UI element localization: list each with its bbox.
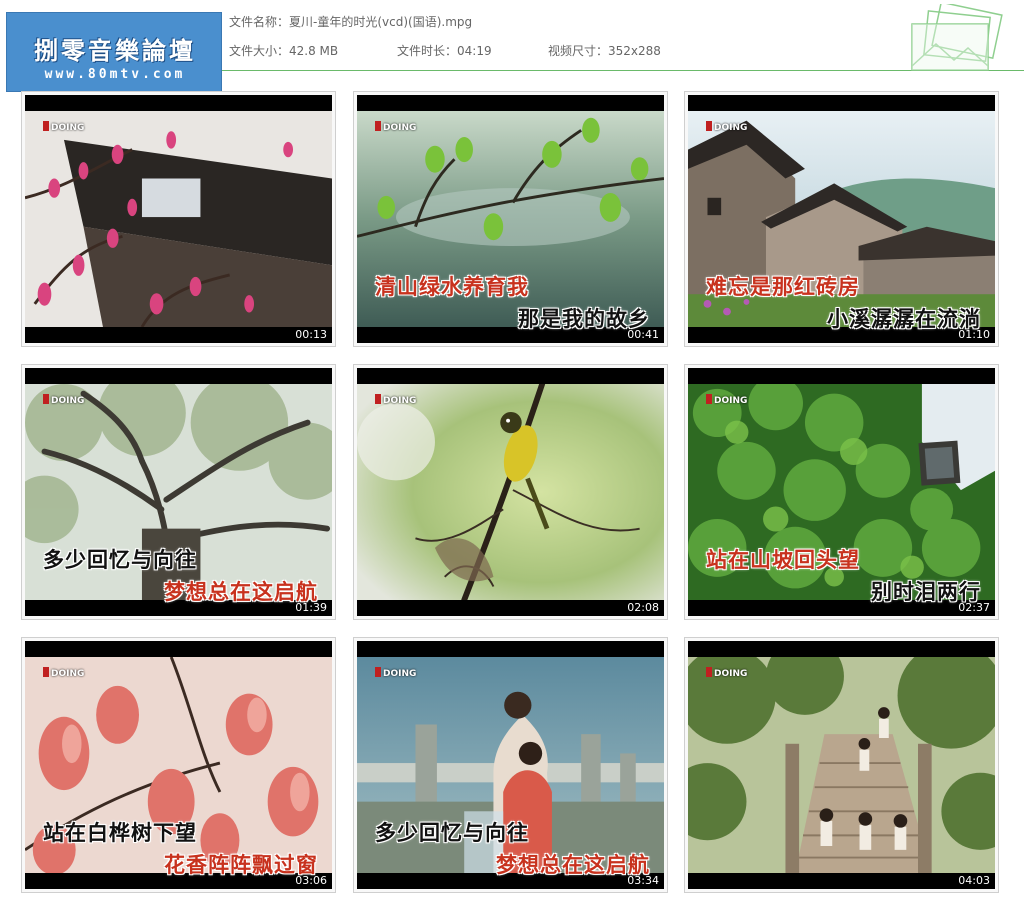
timestamp: 00:13 bbox=[295, 328, 327, 341]
thumbnail-8[interactable]: DOING 多少回忆与向往 梦想总在这启航 03:34 bbox=[353, 637, 668, 893]
thumbnail-3[interactable]: DOING 难忘是那红砖房 小溪潺潺在流淌 01:10 bbox=[684, 91, 999, 347]
video-frame: DOING 多少回忆与向往 梦想总在这启航 01:39 bbox=[25, 368, 332, 616]
thumbnail-6[interactable]: DOING 站在山坡回头望 别时泪两行 02:37 bbox=[684, 364, 999, 620]
watermark-logo: DOING bbox=[375, 394, 416, 406]
watermark-logo: DOING bbox=[43, 121, 84, 133]
lyric-line-1: 难忘是那红砖房 bbox=[706, 275, 860, 299]
lyric-line-1: 站在白桦树下望 bbox=[43, 821, 197, 845]
thumbnail-5[interactable]: DOING 02:08 bbox=[353, 364, 668, 620]
video-frame: DOING 04:03 bbox=[688, 641, 995, 889]
timestamp: 03:34 bbox=[627, 874, 659, 887]
video-frame: DOING 多少回忆与向往 梦想总在这启航 03:34 bbox=[357, 641, 664, 889]
timestamp: 03:06 bbox=[295, 874, 327, 887]
video-frame: DOING 站在山坡回头望 别时泪两行 02:37 bbox=[688, 368, 995, 616]
scene-stone-steps bbox=[688, 657, 995, 873]
video-frame: DOING 02:08 bbox=[357, 368, 664, 616]
watermark-logo: DOING bbox=[706, 121, 747, 133]
timestamp: 02:08 bbox=[627, 601, 659, 614]
lyric-line-1: 多少回忆与向往 bbox=[43, 548, 197, 572]
watermark-logo: DOING bbox=[706, 394, 747, 406]
video-frame: DOING 00:13 bbox=[25, 95, 332, 343]
scene-yellow-bird bbox=[357, 384, 664, 600]
timestamp: 01:39 bbox=[295, 601, 327, 614]
thumbnail-2[interactable]: DOING 清山绿水养育我 那是我的故乡 00:41 bbox=[353, 91, 668, 347]
watermark-logo: DOING bbox=[375, 667, 416, 679]
timestamp: 00:41 bbox=[627, 328, 659, 341]
lyric-line-1: 站在山坡回头望 bbox=[706, 548, 860, 572]
video-frame: DOING 站在白桦树下望 花香阵阵飘过窗 03:06 bbox=[25, 641, 332, 889]
timestamp: 04:03 bbox=[958, 874, 990, 887]
watermark-logo: DOING bbox=[706, 667, 747, 679]
thumbnail-9[interactable]: DOING 04:03 bbox=[684, 637, 999, 893]
scene-magnolia-eaves bbox=[25, 111, 332, 327]
lyric-line-1: 多少回忆与向往 bbox=[375, 821, 529, 845]
lyric-line-1: 清山绿水养育我 bbox=[375, 275, 529, 299]
thumbnail-4[interactable]: DOING 多少回忆与向往 梦想总在这启航 01:39 bbox=[21, 364, 336, 620]
video-frame: DOING 难忘是那红砖房 小溪潺潺在流淌 01:10 bbox=[688, 95, 995, 343]
timestamp: 02:37 bbox=[958, 601, 990, 614]
thumbnail-7[interactable]: DOING 站在白桦树下望 花香阵阵飘过窗 03:06 bbox=[21, 637, 336, 893]
timestamp: 01:10 bbox=[958, 328, 990, 341]
watermark-logo: DOING bbox=[375, 121, 416, 133]
thumbnail-grid: DOING 00:13 DOING 清山绿水养育我 那是我的故乡 00:41 D… bbox=[0, 0, 1024, 918]
watermark-logo: DOING bbox=[43, 667, 84, 679]
video-frame: DOING 清山绿水养育我 那是我的故乡 00:41 bbox=[357, 95, 664, 343]
thumbnail-1[interactable]: DOING 00:13 bbox=[21, 91, 336, 347]
watermark-logo: DOING bbox=[43, 394, 84, 406]
